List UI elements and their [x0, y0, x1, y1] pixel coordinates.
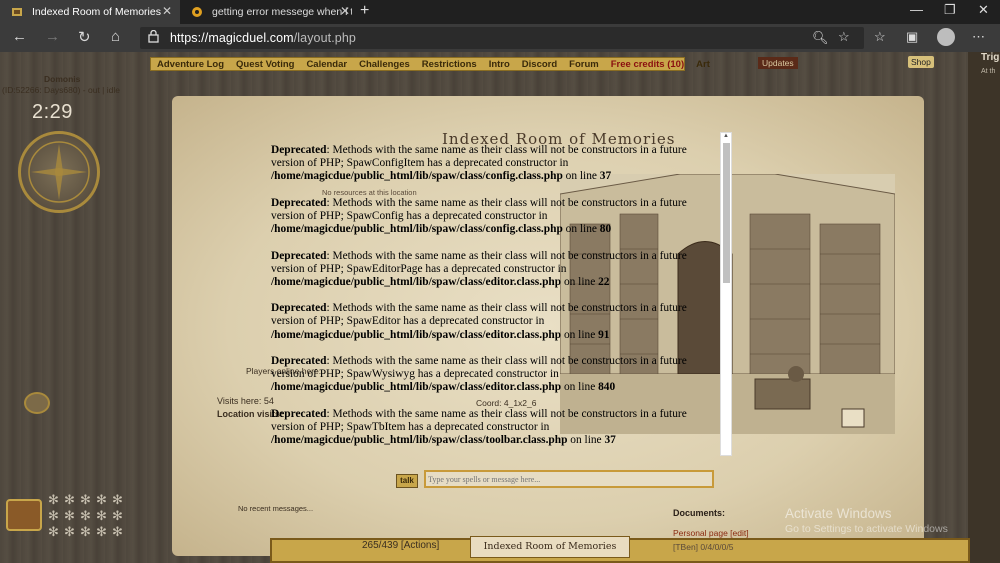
nav-free-credits[interactable]: Free credits (10) — [605, 59, 690, 70]
close-tab-icon[interactable]: ✕ — [162, 4, 172, 18]
spell-message-input[interactable] — [424, 470, 714, 488]
shop-button[interactable]: Shop — [908, 56, 934, 68]
player-name[interactable]: Domonis — [44, 74, 80, 84]
spellbook-icon[interactable] — [6, 499, 42, 531]
error-message: Deprecated: Methods with the same name a… — [271, 249, 687, 288]
star-icon: ✻ — [112, 492, 123, 507]
back-arrow-icon[interactable]: ← — [12, 28, 27, 45]
zoom-icon[interactable]: 🔍︎ — [812, 30, 829, 46]
nav-quest-voting[interactable]: Quest Voting — [230, 59, 300, 70]
star-icon: ✻ — [64, 492, 75, 507]
address-bar: ← → ↻ ⌂ https://magicduel.com/layout.php… — [0, 24, 1000, 52]
minimize-button[interactable]: — — [910, 2, 923, 17]
maximize-button[interactable]: ❐ — [944, 2, 956, 18]
star-icon: ✻ — [64, 524, 75, 539]
nav-challenges[interactable]: Challenges — [353, 59, 416, 70]
profile-avatar[interactable] — [937, 28, 955, 46]
player-status: (ID:52266: Days680) - out | idle — [2, 85, 120, 95]
star-icon: ✻ — [48, 492, 59, 507]
nav-art[interactable]: Art — [690, 59, 716, 70]
tab-error-question[interactable]: getting error messege when i try ✕ — [180, 0, 358, 24]
nav-restrictions[interactable]: Restrictions — [416, 59, 483, 70]
php-error-list: Deprecated: Methods with the same name a… — [271, 144, 715, 461]
right-panel-subtitle: At th — [981, 68, 996, 75]
actions-progress[interactable]: 265/439 [Actions] — [362, 540, 439, 551]
home-icon[interactable]: ⌂ — [111, 28, 120, 45]
activate-windows-subtitle: Go to Settings to activate Windows — [785, 523, 948, 535]
scroll-up-icon[interactable]: ▲ — [723, 133, 729, 139]
no-messages-text: No recent messages... — [238, 504, 314, 513]
page-favicon-icon — [10, 5, 24, 19]
talk-button[interactable]: talk — [396, 474, 418, 488]
nav-discord[interactable]: Discord — [516, 59, 563, 70]
star-icon: ✻ — [96, 508, 107, 523]
activate-windows-title: Activate Windows — [785, 506, 892, 521]
document-history[interactable]: [TBen] 0/4/0/0/5 — [673, 542, 733, 552]
game-clock: 2:29 — [32, 101, 73, 123]
tab-title: Indexed Room of Memories — [32, 6, 161, 18]
nav-calendar[interactable]: Calendar — [300, 59, 353, 70]
favorites-list-icon[interactable]: ☆ — [874, 29, 886, 45]
error-panel-scrollbar[interactable]: ▲ — [720, 132, 732, 456]
forward-arrow-icon[interactable]: → — [45, 28, 60, 45]
updates-button[interactable]: Updates — [758, 57, 798, 69]
star-icon: ✻ — [96, 524, 107, 539]
error-message: Deprecated: Methods with the same name a… — [271, 355, 687, 394]
tab-indexed-room[interactable]: Indexed Room of Memories ✕ — [0, 0, 180, 24]
window-close-button[interactable]: ✕ — [978, 2, 989, 18]
error-message: Deprecated: Methods with the same name a… — [271, 196, 687, 235]
star-icon: ✻ — [112, 508, 123, 523]
error-message: Deprecated: Methods with the same name a… — [271, 302, 687, 341]
error-message: Deprecated: Methods with the same name a… — [271, 144, 687, 183]
tab-title: getting error messege when i try — [212, 6, 352, 18]
close-tab-icon[interactable]: ✕ — [340, 4, 350, 18]
star-icon: ✻ — [96, 492, 107, 507]
error-message: Deprecated: Methods with the same name a… — [271, 407, 687, 447]
star-icon: ✻ — [48, 508, 59, 523]
more-menu-icon[interactable]: ⋯ — [972, 29, 985, 45]
tab-bar: Indexed Room of Memories ✕ getting error… — [0, 0, 1000, 24]
star-icon: ✻ — [48, 524, 59, 539]
new-tab-button[interactable]: + — [360, 2, 369, 20]
compass-icon[interactable] — [18, 131, 100, 213]
nav-adventure-log[interactable]: Adventure Log — [151, 59, 230, 70]
rating-stars: ✻ ✻ ✻ ✻ ✻ ✻ ✻ ✻ ✻ ✻ ✻ ✻ ✻ ✻ ✻ — [48, 493, 124, 539]
favorite-star-icon[interactable]: ☆ — [838, 29, 850, 45]
lock-icon — [148, 29, 159, 48]
url-field[interactable]: https://magicduel.com/layout.php 🔍︎ ☆ — [140, 27, 864, 49]
star-icon: ✻ — [80, 524, 91, 539]
refresh-icon[interactable]: ↻ — [78, 28, 91, 46]
nav-forum[interactable]: Forum — [563, 59, 605, 70]
game-nav-bar: Adventure Log Quest Voting Calendar Chal… — [150, 57, 710, 71]
right-panel-title: Trig — [981, 52, 1000, 63]
documents-heading: Documents: — [673, 508, 726, 518]
personal-page-link[interactable]: Personal page [edit] — [673, 528, 749, 538]
nav-intro[interactable]: Intro — [483, 59, 516, 70]
bottom-room-title: Indexed Room of Memories — [470, 536, 630, 558]
collections-icon[interactable]: ▣ — [906, 29, 918, 45]
url-text: https://magicduel.com/layout.php — [170, 31, 356, 45]
coin-icon[interactable] — [24, 392, 50, 414]
star-icon: ✻ — [80, 508, 91, 523]
gear-favicon-icon — [190, 5, 204, 19]
star-icon: ✻ — [64, 508, 75, 523]
star-icon: ✻ — [112, 524, 123, 539]
visits-count: Visits here: 54 — [217, 396, 274, 406]
scrollbar-thumb[interactable] — [723, 143, 730, 283]
star-icon: ✻ — [80, 492, 91, 507]
right-panel — [968, 52, 1000, 563]
